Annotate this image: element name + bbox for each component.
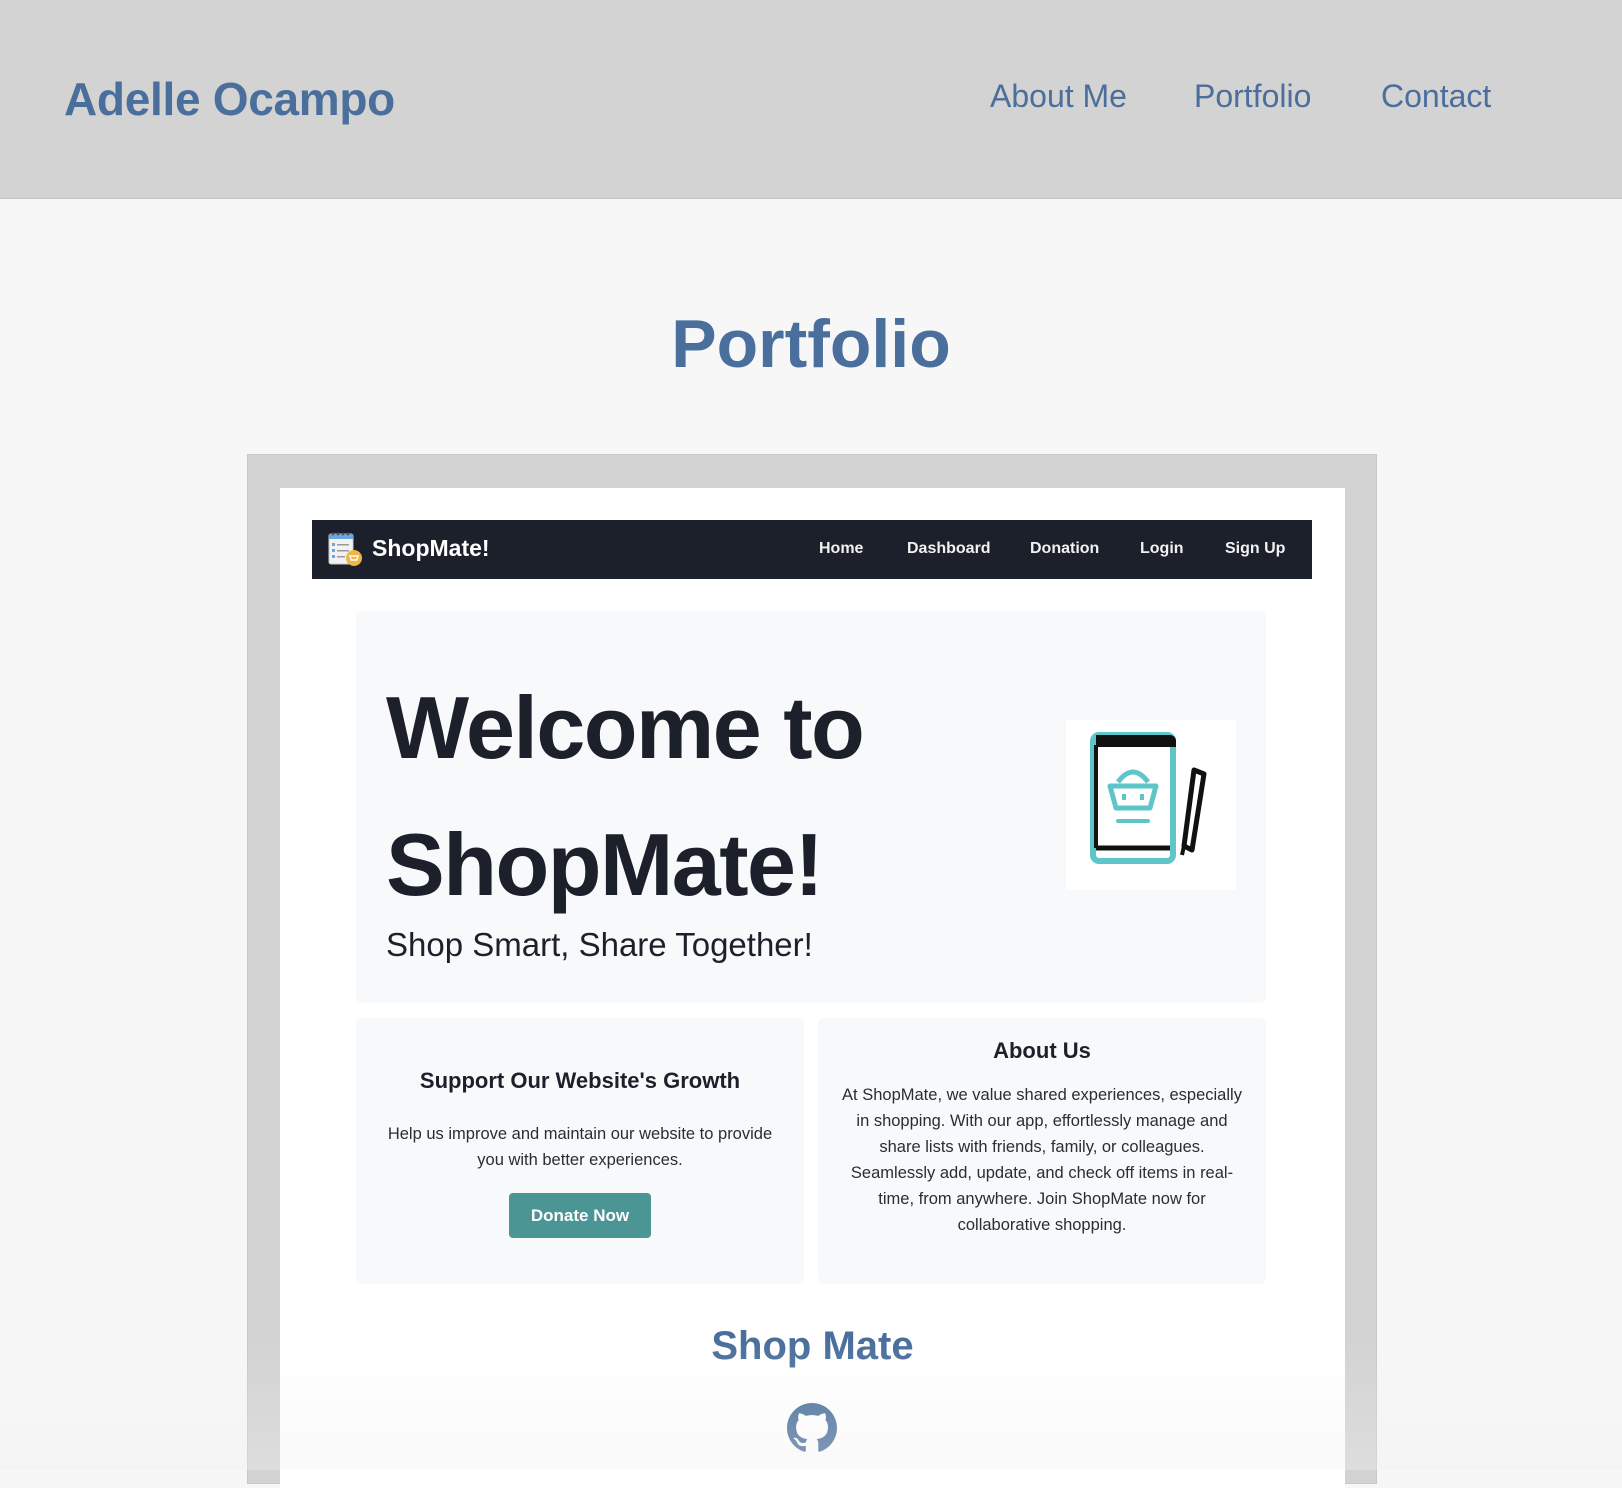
site-header: Adelle Ocampo About Me Portfolio Contact bbox=[0, 0, 1622, 199]
about-text: At ShopMate, we value shared experiences… bbox=[842, 1086, 1242, 1234]
shopmate-hero: Welcome to ShopMate! Shop Smart, Share T… bbox=[356, 611, 1266, 1003]
shopmate-navbar: ShopMate! Home Dashboard Donation Login … bbox=[312, 520, 1312, 579]
donate-now-button: Donate Now bbox=[509, 1193, 651, 1238]
project-card-inner: ShopMate! Home Dashboard Donation Login … bbox=[280, 488, 1345, 1488]
github-icon[interactable] bbox=[787, 1403, 837, 1453]
shopmate-logo-icon bbox=[328, 532, 362, 566]
shopmate-nav-donation: Donation bbox=[1030, 540, 1100, 557]
portfolio-heading: Portfolio bbox=[671, 306, 951, 382]
support-heading: Support Our Website's Growth bbox=[419, 1068, 741, 1093]
nav-about-me[interactable]: About Me bbox=[990, 78, 1127, 115]
shopmate-nav-home: Home bbox=[819, 540, 864, 557]
shopmate-support-box: Support Our Website's Growth Help us imp… bbox=[356, 1018, 804, 1284]
project-title[interactable]: Shop Mate bbox=[280, 1324, 1345, 1369]
nav-contact[interactable]: Contact bbox=[1381, 78, 1491, 115]
shopmate-nav-dashboard: Dashboard bbox=[907, 540, 991, 557]
shopmate-hero-image bbox=[1066, 720, 1236, 890]
shopmate-about-box: About Us At ShopMate, we value shared ex… bbox=[818, 1018, 1266, 1284]
shopmate-brand: ShopMate! bbox=[372, 535, 490, 561]
shopmate-nav-signup: Sign Up bbox=[1225, 540, 1286, 557]
shopmate-hero-title: Welcome to ShopMate! bbox=[386, 678, 865, 914]
support-text: Help us improve and maintain our website… bbox=[387, 1125, 773, 1169]
nav-portfolio[interactable]: Portfolio bbox=[1194, 78, 1311, 115]
tablet-basket-icon bbox=[1090, 732, 1207, 864]
project-card: ShopMate! Home Dashboard Donation Login … bbox=[247, 454, 1377, 1488]
about-heading: About Us bbox=[993, 1038, 1091, 1063]
main-nav: About Me Portfolio Contact bbox=[0, 78, 1622, 122]
shopmate-hero-subtitle: Shop Smart, Share Together! bbox=[386, 926, 813, 963]
shopmate-nav-login: Login bbox=[1140, 540, 1184, 557]
